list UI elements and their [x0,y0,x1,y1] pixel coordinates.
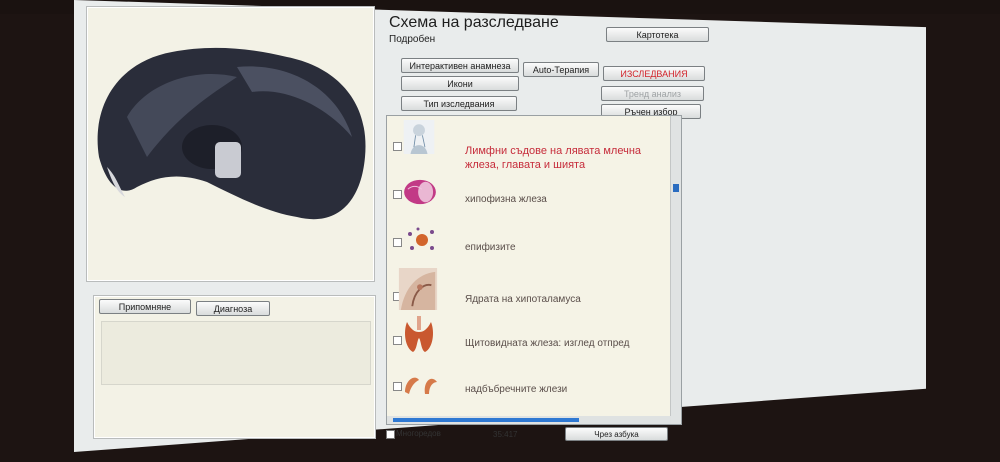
horizontal-scrollbar[interactable] [387,416,671,424]
icons-button[interactable]: Икони [401,76,519,91]
research-button[interactable]: ИЗСЛЕДВАНИЯ [603,66,705,81]
list-item[interactable]: Ядрата на хипоталамуса [387,268,667,318]
adrenal-thumbnail-icon [405,377,437,394]
head-lymph-thumbnail-icon [403,120,435,154]
list-item-label: хипофизна жлеза [465,194,547,205]
vertical-scroll-thumb[interactable] [673,184,679,192]
multiple-checkbox[interactable] [386,430,395,439]
list-item[interactable]: епифизите [387,224,667,274]
trend-analysis-button[interactable]: Тренд анализ [601,86,704,101]
view-mode-label: Подробен [389,34,436,45]
interactive-anamnesis-button[interactable]: Интерактивен анамнеза [401,58,519,73]
list-item-label: Лимфни съдове на лявата млечна жлеза, гл… [465,145,642,171]
vertical-scrollbar[interactable] [670,116,681,424]
epiphysis-thumbnail-icon [408,227,434,250]
multiple-label: Многоредов [396,429,441,438]
research-type-button[interactable]: Тип изследвания [401,96,517,111]
horizontal-scroll-thumb[interactable] [393,418,579,422]
list-item[interactable]: хипофизна жлеза [387,178,667,228]
alphabet-sort-button[interactable]: Чрез азбука [565,427,668,441]
auto-therapy-button[interactable]: Auto-Терапия [523,62,599,77]
window-title: Схема на разследване [389,14,559,31]
research-list[interactable]: Лимфни съдове на лявата млечна жлеза, гл… [386,115,682,425]
list-item[interactable]: Лимфни съдове на лявата млечна жлеза, гл… [387,120,667,171]
list-item-label: Ядрата на хипоталамуса [465,294,581,305]
list-item-label: надбъбречните жлези [465,384,568,395]
list-item[interactable]: Щитовидната жлеза: изглед отпред [387,314,667,364]
remind-tab[interactable]: Припомняне [99,299,191,314]
pituitary-thumbnail-icon [404,179,436,205]
item-counter: 35:417 [493,430,518,439]
list-item[interactable]: надбъбречните жлези [387,366,667,416]
image-viewer-panel [86,6,375,282]
list-item-label: епифизите [465,242,516,253]
thyroid-thumbnail-icon [405,316,433,352]
notes-panel: Припомняне Диагноза [93,295,376,439]
organ-illustration-image [97,47,366,220]
kartoteka-button[interactable]: Картотека [606,27,709,42]
diagnosis-tab[interactable]: Диагноза [196,301,270,316]
notes-textarea[interactable] [101,321,371,385]
list-item-label: Щитовидната жлеза: изглед отпред [465,338,630,349]
hypothalamus-thumbnail-icon [398,268,438,310]
